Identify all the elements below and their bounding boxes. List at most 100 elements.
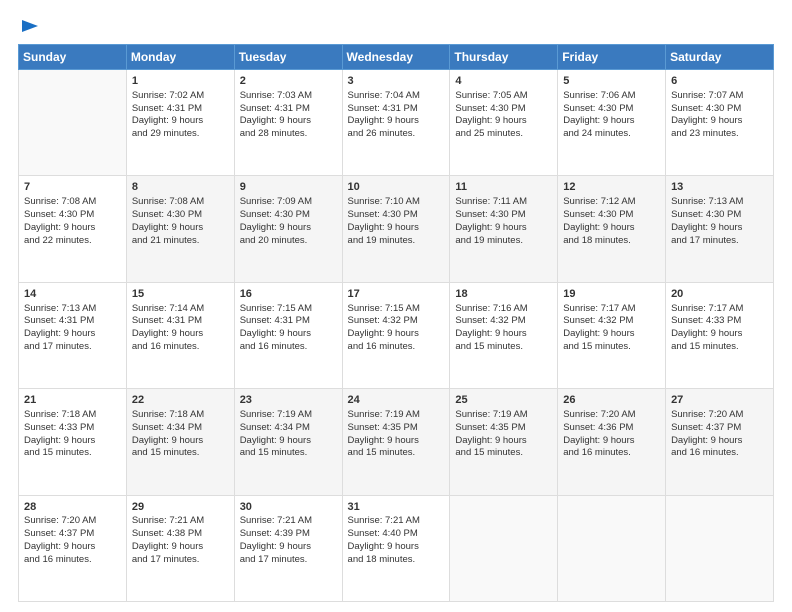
calendar-cell: 19Sunrise: 7:17 AMSunset: 4:32 PMDayligh… [558,282,666,388]
day-number: 10 [348,180,445,195]
calendar-cell: 14Sunrise: 7:13 AMSunset: 4:31 PMDayligh… [19,282,127,388]
day-info-line: Sunset: 4:31 PM [348,103,445,116]
day-number: 4 [455,74,552,89]
calendar-cell: 3Sunrise: 7:04 AMSunset: 4:31 PMDaylight… [342,70,450,176]
day-info-line: Daylight: 9 hours [348,328,445,341]
day-info-line: Daylight: 9 hours [132,328,229,341]
calendar-cell: 18Sunrise: 7:16 AMSunset: 4:32 PMDayligh… [450,282,558,388]
calendar-cell: 23Sunrise: 7:19 AMSunset: 4:34 PMDayligh… [234,389,342,495]
day-info-line: Daylight: 9 hours [132,435,229,448]
day-info-line: Sunrise: 7:17 AM [563,303,660,316]
day-info-line: Sunrise: 7:20 AM [671,409,768,422]
day-info-line: Daylight: 9 hours [671,222,768,235]
day-info-line: and 15 minutes. [455,447,552,460]
day-number: 30 [240,500,337,515]
day-info-line: Sunrise: 7:15 AM [348,303,445,316]
day-info-line: and 22 minutes. [24,235,121,248]
day-info-line: and 17 minutes. [24,341,121,354]
day-number: 9 [240,180,337,195]
day-info-line: Sunset: 4:31 PM [24,315,121,328]
day-info-line: and 15 minutes. [455,341,552,354]
day-info-line: Daylight: 9 hours [240,328,337,341]
day-info-line: and 17 minutes. [240,554,337,567]
day-info-line: Daylight: 9 hours [671,115,768,128]
day-info-line: and 18 minutes. [348,554,445,567]
day-number: 3 [348,74,445,89]
calendar-cell: 28Sunrise: 7:20 AMSunset: 4:37 PMDayligh… [19,495,127,601]
day-number: 8 [132,180,229,195]
day-number: 20 [671,287,768,302]
week-row-2: 7Sunrise: 7:08 AMSunset: 4:30 PMDaylight… [19,176,774,282]
day-info-line: and 21 minutes. [132,235,229,248]
calendar-cell: 13Sunrise: 7:13 AMSunset: 4:30 PMDayligh… [666,176,774,282]
day-number: 13 [671,180,768,195]
day-info-line: Sunrise: 7:18 AM [24,409,121,422]
day-info-line: and 16 minutes. [24,554,121,567]
day-info-line: Sunset: 4:33 PM [671,315,768,328]
day-info-line: Sunset: 4:32 PM [563,315,660,328]
day-info-line: Sunrise: 7:17 AM [671,303,768,316]
day-number: 23 [240,393,337,408]
day-info-line: Sunrise: 7:21 AM [240,515,337,528]
day-info-line: and 16 minutes. [132,341,229,354]
day-info-line: Sunrise: 7:07 AM [671,90,768,103]
day-info-line: and 18 minutes. [563,235,660,248]
calendar-table: SundayMondayTuesdayWednesdayThursdayFrid… [18,44,774,602]
day-info-line: Sunset: 4:31 PM [240,103,337,116]
day-info-line: Sunrise: 7:10 AM [348,196,445,209]
calendar-cell: 26Sunrise: 7:20 AMSunset: 4:36 PMDayligh… [558,389,666,495]
week-row-1: 1Sunrise: 7:02 AMSunset: 4:31 PMDaylight… [19,70,774,176]
day-info-line: and 15 minutes. [240,447,337,460]
day-info-line: Sunset: 4:37 PM [24,528,121,541]
day-number: 21 [24,393,121,408]
day-info-line: and 29 minutes. [132,128,229,141]
day-info-line: Daylight: 9 hours [132,222,229,235]
day-info-line: Daylight: 9 hours [455,435,552,448]
day-info-line: and 15 minutes. [24,447,121,460]
calendar-cell: 22Sunrise: 7:18 AMSunset: 4:34 PMDayligh… [126,389,234,495]
day-header-monday: Monday [126,45,234,70]
day-number: 26 [563,393,660,408]
day-number: 11 [455,180,552,195]
day-info-line: and 28 minutes. [240,128,337,141]
day-info-line: Sunset: 4:31 PM [132,103,229,116]
day-info-line: Sunset: 4:31 PM [132,315,229,328]
day-info-line: Sunrise: 7:09 AM [240,196,337,209]
calendar-cell: 5Sunrise: 7:06 AMSunset: 4:30 PMDaylight… [558,70,666,176]
day-number: 7 [24,180,121,195]
day-number: 16 [240,287,337,302]
day-info-line: Sunset: 4:36 PM [563,422,660,435]
day-info-line: and 15 minutes. [671,341,768,354]
day-info-line: Daylight: 9 hours [455,115,552,128]
day-number: 24 [348,393,445,408]
calendar-cell: 30Sunrise: 7:21 AMSunset: 4:39 PMDayligh… [234,495,342,601]
day-info-line: Sunset: 4:30 PM [671,209,768,222]
day-info-line: Sunrise: 7:04 AM [348,90,445,103]
day-info-line: and 15 minutes. [132,447,229,460]
day-info-line: Sunrise: 7:21 AM [132,515,229,528]
day-number: 27 [671,393,768,408]
day-info-line: Daylight: 9 hours [240,115,337,128]
day-info-line: and 15 minutes. [563,341,660,354]
day-header-sunday: Sunday [19,45,127,70]
calendar-body: 1Sunrise: 7:02 AMSunset: 4:31 PMDaylight… [19,70,774,602]
day-info-line: Sunset: 4:30 PM [348,209,445,222]
calendar-cell: 12Sunrise: 7:12 AMSunset: 4:30 PMDayligh… [558,176,666,282]
calendar-cell: 24Sunrise: 7:19 AMSunset: 4:35 PMDayligh… [342,389,450,495]
day-info-line: and 16 minutes. [348,341,445,354]
day-info-line: Sunrise: 7:05 AM [455,90,552,103]
day-info-line: Sunrise: 7:08 AM [132,196,229,209]
day-info-line: Daylight: 9 hours [563,328,660,341]
day-header-tuesday: Tuesday [234,45,342,70]
day-info-line: Daylight: 9 hours [348,222,445,235]
calendar-cell: 4Sunrise: 7:05 AMSunset: 4:30 PMDaylight… [450,70,558,176]
day-info-line: and 17 minutes. [132,554,229,567]
day-header-thursday: Thursday [450,45,558,70]
day-info-line: Sunrise: 7:16 AM [455,303,552,316]
calendar-cell: 11Sunrise: 7:11 AMSunset: 4:30 PMDayligh… [450,176,558,282]
day-info-line: Sunset: 4:30 PM [671,103,768,116]
calendar-cell: 20Sunrise: 7:17 AMSunset: 4:33 PMDayligh… [666,282,774,388]
day-info-line: Sunrise: 7:19 AM [455,409,552,422]
day-number: 5 [563,74,660,89]
day-info-line: Sunset: 4:34 PM [132,422,229,435]
